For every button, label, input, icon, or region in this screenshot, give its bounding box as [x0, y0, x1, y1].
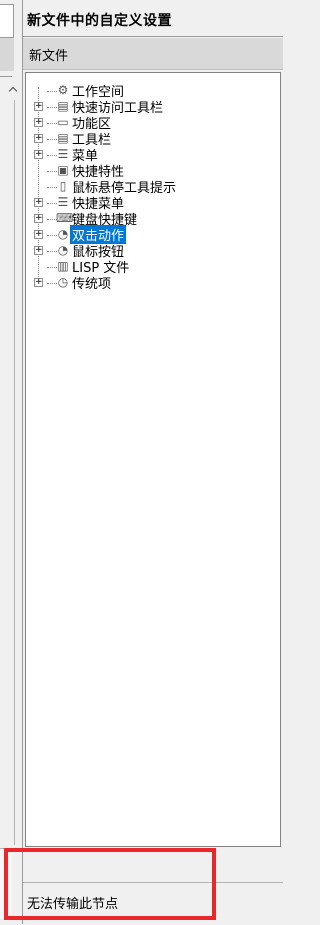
left-pane-header	[0, 4, 14, 38]
subheader-label: 新文件	[29, 49, 69, 64]
file-icon: ▥	[57, 259, 69, 273]
tree-item[interactable]: + ◔ 鼠标按钮	[26, 243, 280, 260]
menu-icon: ☰	[57, 195, 69, 209]
tree-item[interactable]: + ◷ 传统项	[26, 275, 280, 292]
properties-icon: ▣	[57, 163, 69, 177]
expand-icon[interactable]: +	[34, 278, 43, 287]
expand-icon[interactable]: +	[34, 150, 43, 159]
clock-icon: ◷	[57, 275, 69, 289]
tree-item[interactable]: + ☰ 菜单	[26, 147, 280, 164]
expand-icon[interactable]: +	[34, 214, 43, 223]
left-pane	[0, 0, 18, 924]
expand-icon[interactable]: +	[34, 198, 43, 207]
tree-item[interactable]: + ▤ 快速访问工具栏	[26, 99, 280, 116]
keyboard-icon: ⌨	[56, 211, 74, 225]
panel-subheader: 新文件	[23, 38, 283, 70]
expand-icon[interactable]: +	[34, 134, 43, 143]
annotation-highlight-box	[4, 848, 216, 920]
tree-container: ⚙ 工作空间 + ▤ 快速访问工具栏 + ▭ 功能区 + ▤ 工具栏 + ☰ 菜单 ▣ 快捷特性 ▯ 鼠标悬停工具…	[26, 73, 280, 846]
tree-item[interactable]: ▥ LISP 文件	[26, 259, 280, 276]
expand-icon[interactable]: +	[34, 118, 43, 127]
tree-item[interactable]: + ▭ 功能区	[26, 115, 280, 132]
tree-item[interactable]: ▯ 鼠标悬停工具提示	[26, 179, 280, 196]
tree-item-label: 传统项	[72, 277, 112, 292]
toolbar-icon: ▤	[57, 99, 69, 113]
left-pane-subheader	[0, 38, 14, 71]
mouse-icon: ◔	[57, 243, 69, 257]
divider	[23, 36, 283, 37]
collapse-caret-icon[interactable]	[8, 86, 18, 96]
menu-icon: ☰	[57, 147, 69, 161]
panel-title: 新文件中的自定义设置	[27, 13, 172, 29]
toolbar-icon: ▤	[57, 131, 69, 145]
gear-icon: ⚙	[57, 83, 69, 97]
folder-icon: ▭	[57, 115, 69, 129]
expand-icon[interactable]: +	[34, 102, 43, 111]
customizations-panel: 新文件中的自定义设置 新文件 ⚙ 工作空间 + ▤ 快速访问工具栏 + ▭ 功能区 + ▤ 工具栏 +…	[22, 0, 283, 925]
tree-item[interactable]: + ◔ 双击动作	[26, 225, 280, 244]
tree-item[interactable]: + ☰ 快捷菜单	[26, 195, 280, 212]
tooltip-icon: ▯	[59, 179, 67, 193]
tree-item[interactable]: + ▤ 工具栏	[26, 131, 280, 148]
customization-tree[interactable]: ⚙ 工作空间 + ▤ 快速访问工具栏 + ▭ 功能区 + ▤ 工具栏 + ☰ 菜单 ▣ 快捷特性 ▯ 鼠标悬停工具…	[25, 72, 281, 847]
expand-icon[interactable]: +	[34, 246, 43, 255]
mouse-icon: ◔	[57, 227, 69, 241]
tree-item[interactable]: + ⌨ 键盘快捷键	[26, 211, 280, 228]
divider	[0, 76, 12, 77]
left-pane-body	[0, 100, 15, 845]
expand-icon[interactable]: +	[34, 230, 43, 239]
